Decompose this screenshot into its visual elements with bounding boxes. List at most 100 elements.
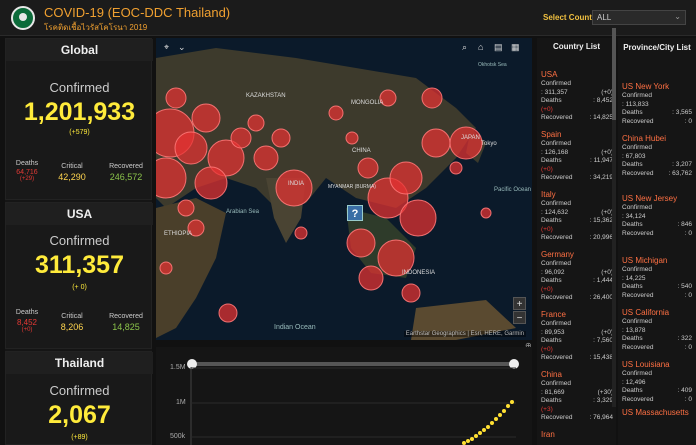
recovered-label: Recovered xyxy=(622,291,654,299)
timeline-chart: 1.5M 1M 500k xyxy=(156,347,532,445)
country-list-item[interactable]: Iran xyxy=(541,430,613,440)
province-list-item[interactable]: US New Jersey Confirmed: 34,124 Deaths: 84… xyxy=(622,194,692,238)
country-name: China xyxy=(541,370,562,379)
usa-recovered: Recovered 14,825 xyxy=(104,313,148,332)
confirmed-value: : 96,092 xyxy=(541,268,565,276)
zoom-out-button[interactable]: − xyxy=(513,311,526,324)
confirmed-value: : 14,225 xyxy=(622,274,646,282)
recovered-row: Recovered: 76,964 xyxy=(541,414,613,423)
deaths-label: Deaths xyxy=(541,97,562,104)
deaths-label: Deaths xyxy=(541,337,562,344)
recovered-value: : 20,996 xyxy=(589,234,614,241)
deaths-value: : 3,207 xyxy=(672,161,692,168)
zoom-in-button[interactable]: + xyxy=(513,297,526,310)
country-name: Spain xyxy=(541,130,562,139)
map-search-icon[interactable]: ⌕ xyxy=(462,42,467,53)
deaths-row: Deaths: 8,452 xyxy=(541,97,613,106)
usa-panel: USA Confirmed 311,357 (+ 0) Deaths 8,452… xyxy=(5,202,153,349)
confirmed-value: : 34,124 xyxy=(622,212,646,220)
select-country-value: ALL xyxy=(597,13,612,22)
country-list-item[interactable]: Spain Confirmed: 126,168 (+0) Deaths: 11,94… xyxy=(541,130,613,183)
recovered-label: Recovered xyxy=(541,294,573,301)
map-label: MONGOLIA xyxy=(351,100,384,106)
country-list-item[interactable]: Italy Confirmed: 124,632 (+0) Deaths: 15,36… xyxy=(541,190,613,243)
map-label: Pacific Ocean xyxy=(494,187,532,193)
recovered-value: : 0 xyxy=(684,395,692,403)
confirmed-label: Confirmed xyxy=(541,200,571,207)
country-list-scrollbar[interactable] xyxy=(612,28,616,407)
map-label: INDONESIA xyxy=(402,270,436,276)
recovered-value: : 76,964 xyxy=(589,414,614,421)
deaths-value: : 1,444 xyxy=(593,277,613,284)
map-basemap-icon[interactable]: ▤ xyxy=(494,42,503,53)
country-name: Italy xyxy=(541,190,556,199)
deaths-value: : 540 xyxy=(677,283,692,290)
recovered-row: Recovered: 15,438 xyxy=(541,354,613,363)
deaths-row: Deaths: 846 xyxy=(622,221,692,230)
recovered-value: : 0 xyxy=(684,229,692,237)
confirmed-value: : 81,669 xyxy=(541,388,565,396)
country-list-scrollthumb[interactable] xyxy=(612,28,616,120)
province-name: US Louisiana xyxy=(622,360,670,369)
country-list-panel[interactable]: Country List USA Confirmed: 311,357 (+0) De… xyxy=(537,38,616,445)
deaths-row: Deaths: 3,207 xyxy=(622,161,692,170)
deaths-label: Deaths xyxy=(622,387,643,394)
thailand-panel: Thailand Confirmed 2,067 (+89) xyxy=(5,351,153,445)
map-home-icon[interactable]: ⌂ xyxy=(478,42,483,52)
y-tick-label: 1M xyxy=(176,399,186,406)
confirmed-row: : 96,092 (+0) xyxy=(541,269,613,278)
confirmed-value: : 311,357 xyxy=(541,88,568,96)
map-layers-chevron-icon[interactable]: ⌄ xyxy=(178,42,186,53)
select-country-dropdown[interactable]: ALL ⌄ xyxy=(592,10,686,25)
recovered-value: : 15,438 xyxy=(589,354,614,361)
map-attribution: Earthstar Geographics | Esri, HERE, Garm… xyxy=(403,331,526,337)
recovered-label: Recovered xyxy=(541,234,573,241)
confirmed-delta: (+30) xyxy=(597,388,613,396)
country-list-item[interactable]: China Confirmed: 81,669 (+30) Deaths: 3,329… xyxy=(541,370,613,423)
recovered-row: Recovered: 0 xyxy=(622,344,692,353)
map-grid-icon[interactable]: ▦ xyxy=(511,42,520,53)
confirmed-value: : 124,632 xyxy=(541,208,569,216)
recovered-label: Recovered xyxy=(541,114,573,121)
province-list-panel[interactable]: Province/City List US New York Confirmed:… xyxy=(618,38,696,445)
deaths-label: Deaths xyxy=(622,109,643,116)
map-label: Indian Ocean xyxy=(274,324,316,331)
deaths-delta: (+0) xyxy=(541,345,553,353)
map-select-tool-icon[interactable]: ⌖ xyxy=(164,42,169,53)
deaths-value: : 3,565 xyxy=(672,109,692,116)
chevron-down-icon: ⌄ xyxy=(674,12,681,21)
province-list-item[interactable]: US Michigan Confirmed: 14,225 Deaths: 540 R… xyxy=(622,256,692,300)
province-list-item[interactable]: US California Confirmed: 13,878 Deaths: 32… xyxy=(622,308,692,352)
recovered-label: Recovered xyxy=(622,117,654,125)
province-name: US New York xyxy=(622,82,670,91)
thailand-title: Thailand xyxy=(6,352,153,374)
world-map[interactable]: ⌖ ⌄ ⌕ ⌂ ▤ ▦ KAZAKHSTAN MONGOLIA CHINA JA… xyxy=(156,38,532,340)
province-list-item[interactable]: China Hubei Confirmed: 67,803 Deaths: 3,20… xyxy=(622,134,692,178)
thailand-confirmed-label: Confirmed xyxy=(49,383,110,398)
map-help-icon[interactable]: ? xyxy=(347,205,363,221)
y-tick-label: 500k xyxy=(170,433,186,440)
recovered-label: Recovered xyxy=(622,169,654,177)
deaths-delta: (+0) xyxy=(541,225,553,233)
usa-confirmed-delta: (+ 0) xyxy=(72,284,87,291)
province-list-item[interactable]: US New York Confirmed: 113,833 Deaths: 3,5… xyxy=(622,82,692,126)
global-confirmed-delta: (+579) xyxy=(69,129,90,136)
deaths-label: Deaths xyxy=(541,157,562,164)
confirmed-row: : 311,357 (+0) xyxy=(541,89,613,98)
cumulative-curve xyxy=(462,400,514,445)
deaths-row: Deaths: 15,362 xyxy=(541,217,613,226)
confirmed-label: Confirmed xyxy=(541,320,571,327)
confirmed-label: Confirmed xyxy=(622,370,652,377)
recovered-row: Recovered: 0 xyxy=(622,118,692,127)
recovered-value: : 26,400 xyxy=(589,294,614,301)
confirmed-value: : 67,803 xyxy=(622,152,646,160)
country-list-item[interactable]: USA Confirmed: 311,357 (+0) Deaths: 8,452 (+… xyxy=(541,70,613,123)
province-list-item[interactable]: US Louisiana Confirmed: 12,496 Deaths: 409… xyxy=(622,360,692,404)
province-list-item[interactable]: US Massachusetts xyxy=(622,408,692,418)
thailand-confirmed-delta: (+89) xyxy=(71,434,88,441)
country-list-item[interactable]: Germany Confirmed: 96,092 (+0) Deaths: 1,44… xyxy=(541,250,613,303)
deaths-value: : 15,362 xyxy=(589,217,614,224)
deaths-row: Deaths: 322 xyxy=(622,335,692,344)
country-list-item[interactable]: France Confirmed: 89,953 (+0) Deaths: 7,560… xyxy=(541,310,613,363)
global-confirmed-value: 1,201,933 xyxy=(23,98,136,126)
